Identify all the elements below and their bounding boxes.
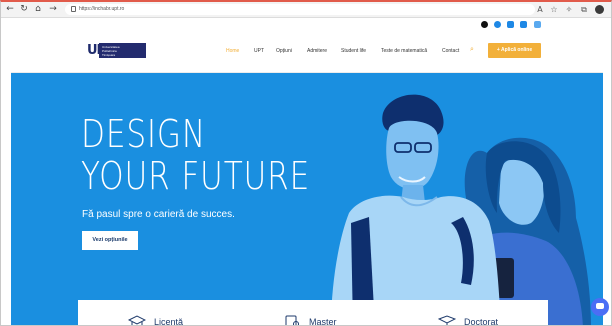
hero-subtitle: Fă pasul spre o carieră de succes. xyxy=(82,209,235,220)
extensions-icon[interactable]: ✧ xyxy=(564,4,574,15)
nav-item-teste-matematica[interactable]: Teste de matematică xyxy=(381,48,427,55)
nav-item-contact[interactable]: Contact xyxy=(442,48,459,55)
instagram-icon[interactable] xyxy=(534,21,541,28)
address-bar-url: https://inchabr.upt.ro xyxy=(79,6,125,12)
hero-title-line: YOUR FUTURE xyxy=(81,154,311,198)
hero-students-photo xyxy=(331,94,591,325)
nav-item-student-life[interactable]: Student life xyxy=(341,48,366,55)
study-levels-card: Licență Master Doctorat xyxy=(78,300,548,326)
study-level-label: Doctorat xyxy=(464,317,499,326)
facebook-icon[interactable] xyxy=(494,21,501,28)
book-icon xyxy=(438,315,456,325)
logo-line: Timișoara xyxy=(102,53,116,57)
study-level-label: Licență xyxy=(154,317,184,326)
read-aloud-icon[interactable]: A xyxy=(535,4,545,15)
search-icon[interactable]: ⌕ xyxy=(470,45,478,55)
logo-mark[interactable]: UP xyxy=(87,42,106,59)
hero-title-line: DESIGN xyxy=(81,112,207,156)
nav-item-upt[interactable]: UPT xyxy=(254,48,264,55)
collections-icon[interactable]: ⧉ xyxy=(579,4,589,15)
logo[interactable]: Universitatea Politehnica Timișoara xyxy=(99,43,146,58)
nav-item-home[interactable]: Home xyxy=(226,48,239,55)
diploma-icon xyxy=(285,315,299,325)
graduation-cap-icon xyxy=(128,315,146,325)
chat-icon xyxy=(596,303,604,309)
study-level-label: Master xyxy=(309,317,337,326)
address-bar[interactable]: https://inchabr.upt.ro xyxy=(65,4,535,15)
view-options-button[interactable]: Vezi opțiunile xyxy=(82,231,138,250)
apply-online-button[interactable]: + Aplică online xyxy=(488,43,541,58)
hero-title: DESIGN YOUR FUTURE xyxy=(81,113,310,197)
browser-toolbar: ← ↻ ⌂ → https://inchabr.upt.ro A ☆ ✧ ⧉ xyxy=(1,2,611,18)
youtube-icon[interactable] xyxy=(520,21,527,28)
home-icon[interactable]: ⌂ xyxy=(33,4,43,15)
browser-window: ← ↻ ⌂ → https://inchabr.upt.ro A ☆ ✧ ⧉ U… xyxy=(0,0,612,326)
back-icon[interactable]: ← xyxy=(5,4,15,15)
site-header: UP Universitatea Politehnica Timișoara H… xyxy=(11,18,603,73)
favorite-icon[interactable]: ☆ xyxy=(549,4,559,15)
hero-banner: DESIGN YOUR FUTURE Fă pasul spre o carie… xyxy=(11,73,603,326)
reload-icon[interactable]: ↻ xyxy=(19,4,29,15)
lock-icon xyxy=(71,6,76,12)
forward-icon[interactable]: → xyxy=(48,4,58,15)
chat-button[interactable] xyxy=(591,298,609,316)
nav-item-optiuni[interactable]: Opțiuni xyxy=(276,48,292,55)
tiktok-icon[interactable] xyxy=(481,21,488,28)
linkedin-icon[interactable] xyxy=(507,21,514,28)
profile-avatar[interactable] xyxy=(595,5,604,14)
nav-item-admitere[interactable]: Admitere xyxy=(307,48,327,55)
